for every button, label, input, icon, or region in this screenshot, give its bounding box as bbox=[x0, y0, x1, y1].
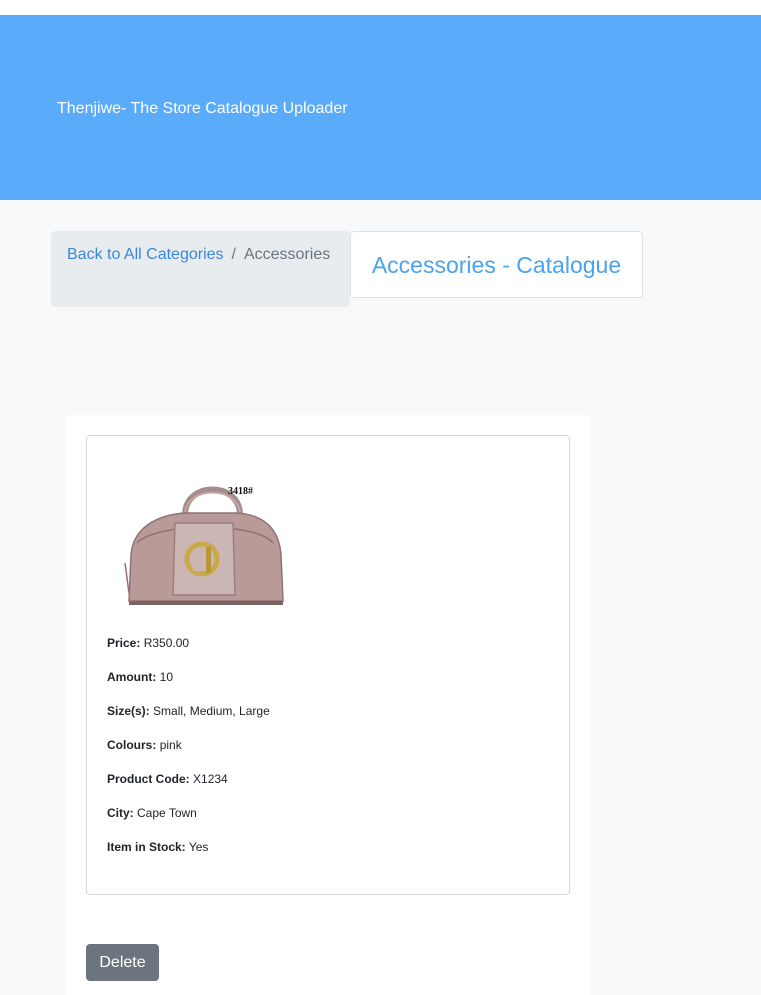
detail-price: Price: R350.00 bbox=[107, 636, 190, 650]
breadcrumb: Back to All Categories / Accessories bbox=[51, 231, 350, 307]
breadcrumb-current: Accessories bbox=[243, 246, 331, 263]
detail-colours: Colours: pink bbox=[107, 738, 182, 752]
product-image-label: 3418# bbox=[228, 486, 253, 497]
product-image: 3418# bbox=[124, 486, 284, 605]
hero-banner: Thenjiwe- The Store Catalogue Uploader bbox=[0, 15, 761, 200]
site-title: Thenjiwe- The Store Catalogue Uploader bbox=[57, 100, 348, 117]
product-card: 3418# Price: R350.00 Amount: 10 Size(s):… bbox=[86, 435, 570, 895]
breadcrumb-separator: / bbox=[231, 246, 236, 263]
detail-sizes: Size(s): Small, Medium, Large bbox=[107, 704, 270, 718]
detail-amount: Amount: 10 bbox=[107, 670, 174, 684]
back-to-categories-link[interactable]: Back to All Categories bbox=[67, 245, 224, 265]
catalogue-heading: Accessories - Catalogue bbox=[350, 231, 643, 298]
top-strip bbox=[0, 0, 761, 15]
detail-in-stock: Item in Stock: Yes bbox=[107, 840, 209, 854]
product-details: Price: R350.00 Amount: 10 Size(s): Small… bbox=[107, 635, 547, 873]
delete-button[interactable]: Delete bbox=[86, 944, 159, 981]
detail-product-code: Product Code: X1234 bbox=[107, 772, 228, 786]
product-panel: 3418# Price: R350.00 Amount: 10 Size(s):… bbox=[66, 415, 590, 995]
detail-city: City: Cape Town bbox=[107, 806, 197, 820]
